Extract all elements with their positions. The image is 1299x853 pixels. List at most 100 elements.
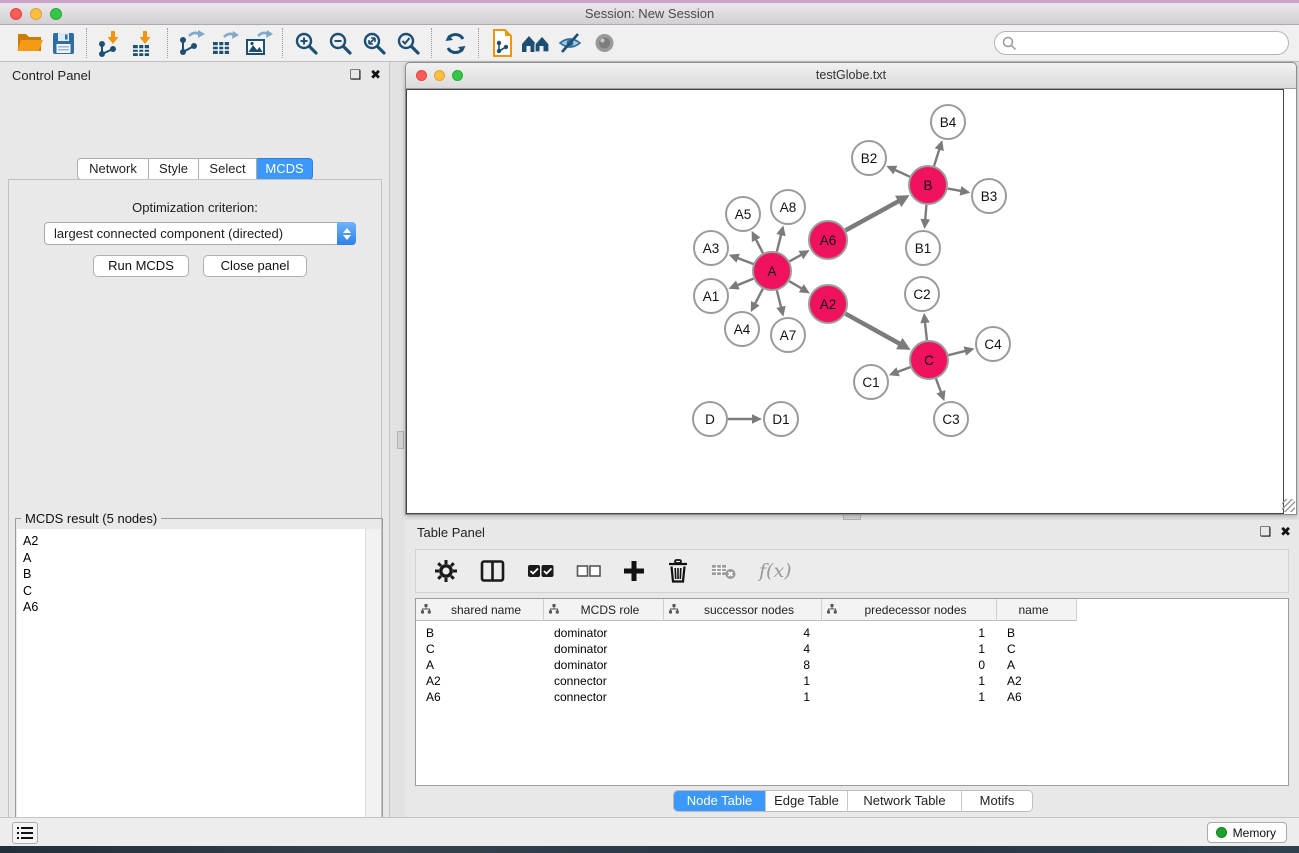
cell[interactable]: connector bbox=[544, 689, 664, 705]
cell[interactable]: A bbox=[416, 657, 544, 673]
network-canvas[interactable]: AA1A3A5A8A4A7A6A2BB2B4B3B1C2CC4C1C3DD1 bbox=[406, 89, 1284, 514]
tab-mcds[interactable]: MCDS bbox=[257, 158, 313, 180]
import-table-button[interactable] bbox=[127, 27, 161, 59]
graph-node-A2[interactable]: A2 bbox=[809, 285, 847, 323]
cell[interactable]: B bbox=[416, 625, 544, 641]
graph-edge-C-C4[interactable] bbox=[948, 346, 974, 355]
graph-node-D[interactable]: D bbox=[693, 402, 727, 436]
graph-node-C[interactable]: C bbox=[910, 341, 948, 379]
cell[interactable]: A bbox=[997, 657, 1077, 673]
cell[interactable]: 1 bbox=[822, 689, 997, 705]
zoom-fit-button[interactable] bbox=[357, 27, 391, 59]
close-panel-icon[interactable]: ✖ bbox=[1280, 524, 1291, 540]
function-builder-button[interactable]: f(x) bbox=[759, 556, 792, 586]
cell[interactable]: 1 bbox=[664, 689, 822, 705]
search-field[interactable] bbox=[994, 31, 1289, 55]
float-panel-icon[interactable]: ❑ bbox=[1259, 524, 1271, 540]
graph-edge-A-A4[interactable] bbox=[751, 289, 763, 312]
column-header-shared-name[interactable]: shared name bbox=[416, 599, 544, 621]
mcds-result-scrollbar[interactable] bbox=[365, 529, 381, 853]
table-row[interactable]: Adominator80A bbox=[416, 657, 1288, 673]
zoom-out-button[interactable] bbox=[323, 27, 357, 59]
mcds-result-item[interactable]: A2 bbox=[23, 533, 365, 550]
deselect-all-button[interactable] bbox=[576, 556, 601, 586]
cell[interactable]: dominator bbox=[544, 625, 664, 641]
graph-node-A7[interactable]: A7 bbox=[771, 318, 805, 352]
cell[interactable]: dominator bbox=[544, 657, 664, 673]
table-row[interactable]: A6connector11A6 bbox=[416, 689, 1288, 705]
cell[interactable]: A2 bbox=[997, 673, 1077, 689]
graph-edge-C-C3[interactable] bbox=[936, 379, 945, 401]
table-options-gear-button[interactable] bbox=[434, 556, 458, 586]
mcds-result-item[interactable]: A bbox=[23, 550, 365, 567]
graph-edge-B-B1[interactable] bbox=[921, 205, 931, 229]
tab-style[interactable]: Style bbox=[149, 158, 199, 180]
tab-network[interactable]: Network bbox=[77, 158, 149, 180]
graph-edge-A-A5[interactable] bbox=[752, 231, 763, 253]
cell[interactable]: 0 bbox=[822, 657, 997, 673]
export-image-button[interactable] bbox=[242, 27, 276, 59]
delete-table-button[interactable] bbox=[711, 556, 737, 586]
graph-node-A1[interactable]: A1 bbox=[694, 279, 728, 313]
mcds-result-item[interactable]: B bbox=[23, 566, 365, 583]
graph-edge-C-C2[interactable] bbox=[920, 313, 930, 340]
tab-select[interactable]: Select bbox=[199, 158, 257, 180]
graph-node-D1[interactable]: D1 bbox=[764, 402, 798, 436]
show-eye-button[interactable] bbox=[587, 27, 621, 59]
cell[interactable]: A6 bbox=[997, 689, 1077, 705]
minimize-window-button[interactable] bbox=[30, 8, 42, 20]
cell[interactable]: A2 bbox=[416, 673, 544, 689]
graph-edge-A6-B[interactable] bbox=[846, 195, 910, 230]
zoom-selected-button[interactable] bbox=[391, 27, 425, 59]
close-panel-button[interactable]: Close panel bbox=[203, 255, 307, 277]
graph-node-B[interactable]: B bbox=[909, 166, 947, 204]
cell[interactable]: 1 bbox=[822, 641, 997, 657]
cell[interactable]: A6 bbox=[416, 689, 544, 705]
cell[interactable]: C bbox=[416, 641, 544, 657]
graph-node-B3[interactable]: B3 bbox=[972, 179, 1006, 213]
cell[interactable]: 1 bbox=[822, 625, 997, 641]
zoom-in-button[interactable] bbox=[289, 27, 323, 59]
graph-node-C3[interactable]: C3 bbox=[934, 402, 968, 436]
graph-node-B1[interactable]: B1 bbox=[906, 231, 940, 265]
show-columns-button[interactable] bbox=[480, 556, 505, 586]
save-session-button[interactable] bbox=[46, 27, 80, 59]
graph-node-A3[interactable]: A3 bbox=[694, 231, 728, 265]
graph-edge-B-B4[interactable] bbox=[934, 140, 944, 166]
graph-edge-C-C1[interactable] bbox=[889, 367, 911, 376]
tab-node-table[interactable]: Node Table bbox=[674, 791, 766, 811]
cell[interactable]: 4 bbox=[664, 641, 822, 657]
graph-edge-B-B3[interactable] bbox=[948, 186, 971, 195]
refresh-button[interactable] bbox=[438, 27, 472, 59]
graph-node-B2[interactable]: B2 bbox=[852, 141, 886, 175]
run-mcds-button[interactable]: Run MCDS bbox=[93, 255, 189, 277]
window-resize-grip[interactable] bbox=[1282, 499, 1295, 512]
add-column-button[interactable] bbox=[623, 556, 645, 586]
network-file-button[interactable] bbox=[485, 27, 519, 59]
graph-node-C2[interactable]: C2 bbox=[905, 277, 939, 311]
graph-edge-A-A8[interactable] bbox=[776, 225, 785, 251]
close-icon[interactable] bbox=[416, 70, 427, 81]
export-table-button[interactable] bbox=[208, 27, 242, 59]
export-network-button[interactable] bbox=[174, 27, 208, 59]
tab-motifs[interactable]: Motifs bbox=[962, 791, 1032, 811]
cell[interactable]: 4 bbox=[664, 625, 822, 641]
select-all-button[interactable] bbox=[527, 556, 554, 586]
float-panel-icon[interactable]: ❑ bbox=[349, 67, 361, 83]
home-view-button[interactable] bbox=[519, 27, 553, 59]
memory-button[interactable]: Memory bbox=[1207, 822, 1287, 843]
split-divider-handle-vertical[interactable] bbox=[397, 431, 404, 449]
table-row[interactable]: Cdominator41C bbox=[416, 641, 1288, 657]
graph-node-A4[interactable]: A4 bbox=[725, 312, 759, 346]
mcds-result-item[interactable]: A6 bbox=[23, 599, 365, 616]
zoom-icon[interactable] bbox=[452, 70, 463, 81]
cell[interactable]: B bbox=[997, 625, 1077, 641]
zoom-window-button[interactable] bbox=[50, 8, 62, 20]
graph-edge-A-A1[interactable] bbox=[729, 279, 754, 290]
cell[interactable]: 8 bbox=[664, 657, 822, 673]
column-header-name[interactable]: name bbox=[997, 599, 1077, 621]
column-header-mcds-role[interactable]: MCDS role bbox=[544, 599, 664, 621]
criterion-select[interactable]: largest connected component (directed) bbox=[44, 222, 356, 245]
cell[interactable]: connector bbox=[544, 673, 664, 689]
graph-edge-A-A2[interactable] bbox=[789, 281, 810, 293]
